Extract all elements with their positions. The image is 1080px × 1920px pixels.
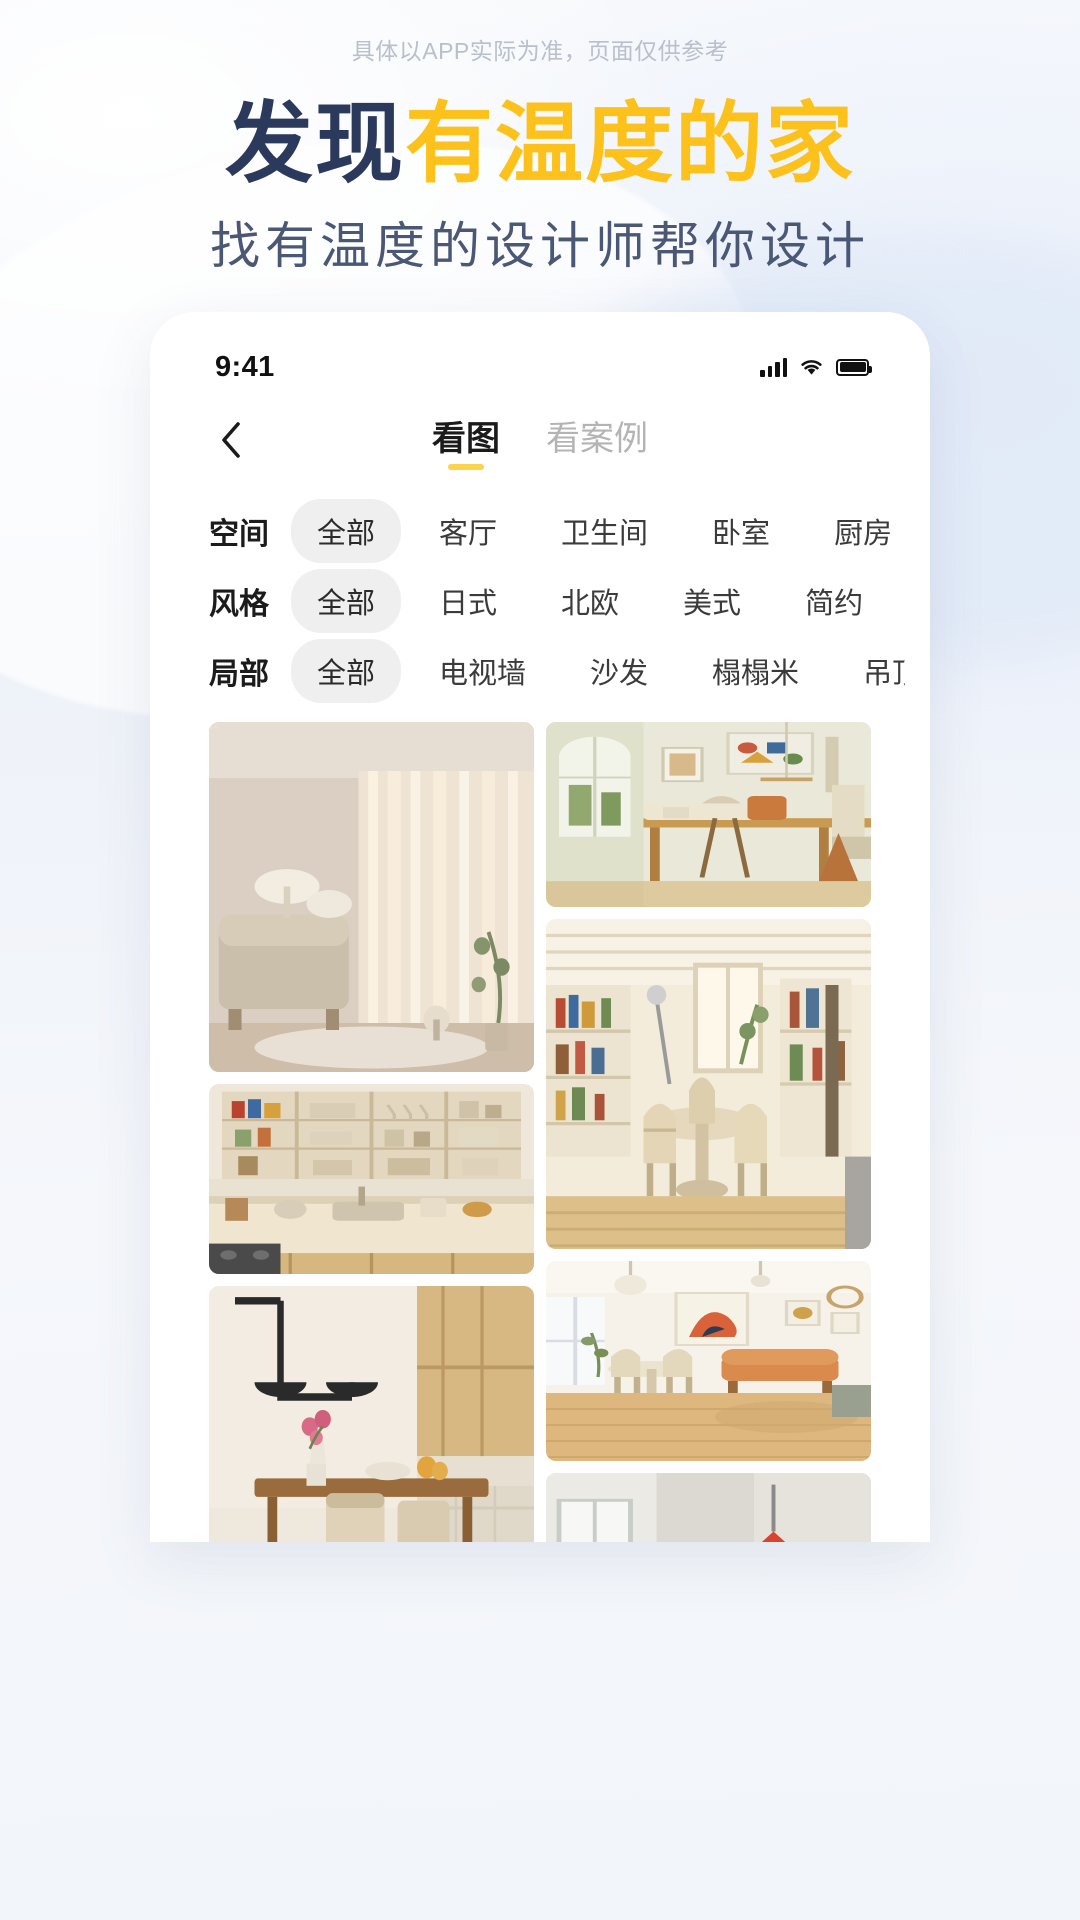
filter-label-style: 风格 bbox=[209, 588, 269, 621]
chip-style-3[interactable]: 美式 bbox=[657, 569, 767, 633]
gallery-item-dining-table-wall-lamp[interactable] bbox=[209, 1286, 534, 1542]
chip-style-4[interactable]: 简约 bbox=[779, 569, 889, 633]
gallery-item-round-table-bookshelf-room[interactable] bbox=[546, 919, 871, 1249]
chip-part-0[interactable]: 全部 bbox=[291, 639, 402, 703]
page-subtitle: 找有温度的设计师帮你设计 bbox=[210, 218, 870, 274]
filter-label-space: 空间 bbox=[209, 518, 269, 551]
status-icons bbox=[760, 357, 872, 377]
kitchen-open-shelving-thumb bbox=[209, 1084, 534, 1274]
round-table-bookshelf-room-thumb bbox=[546, 919, 871, 1249]
gallery-item-living-room-curtains-sofa[interactable] bbox=[209, 722, 534, 1072]
red-pendant-lamp-corner-thumb bbox=[546, 1473, 871, 1542]
grid-column-right bbox=[546, 722, 871, 1542]
chip-style-0[interactable]: 全部 bbox=[291, 569, 402, 633]
filter-row-space: 空间 全部 客厅 卫生间 卧室 厨房 餐厅 bbox=[175, 496, 905, 566]
chip-style-2[interactable]: 北欧 bbox=[535, 569, 645, 633]
disclaimer-text: 具体以APP实际为准，页面仅供参考 bbox=[351, 38, 729, 64]
study-desk-artwork-thumb bbox=[546, 722, 871, 907]
dining-table-wall-lamp-thumb bbox=[209, 1286, 534, 1542]
tab-kantu[interactable]: 看图 bbox=[432, 411, 500, 470]
phone-mockup: 9:41 看图 看案例 空间 全部 客厅 卫生间 卧室 厨房 风格 全部 日式 … bbox=[150, 312, 930, 1542]
image-grid bbox=[175, 716, 905, 1542]
wifi-icon bbox=[801, 360, 822, 375]
grid-column-left bbox=[209, 722, 534, 1542]
back-button[interactable] bbox=[209, 418, 253, 462]
chip-part-4[interactable]: 吊顶 bbox=[837, 639, 905, 703]
phone-screen: 9:41 看图 看案例 空间 全部 客厅 卫生间 卧室 厨房 风格 全部 日式 … bbox=[175, 334, 905, 1542]
gallery-item-living-room-orange-sofa[interactable] bbox=[546, 1261, 871, 1461]
headline-dark-part: 发现 bbox=[224, 94, 405, 193]
headline-gold-part: 有温度的家 bbox=[405, 94, 856, 193]
status-time: 9:41 bbox=[215, 350, 275, 383]
chip-style-1[interactable]: 日式 bbox=[413, 569, 523, 633]
filter-row-style: 风格 全部 日式 北欧 美式 简约 轻奢 bbox=[175, 566, 905, 636]
battery-full-icon bbox=[836, 358, 872, 376]
chip-part-3[interactable]: 榻榻米 bbox=[686, 639, 825, 703]
chip-space-3[interactable]: 卧室 bbox=[686, 499, 796, 563]
status-bar: 9:41 bbox=[175, 334, 905, 400]
living-room-curtains-sofa-thumb bbox=[209, 722, 534, 1072]
gallery-item-study-desk-artwork[interactable] bbox=[546, 722, 871, 907]
gallery-item-red-pendant-lamp-corner[interactable] bbox=[546, 1473, 871, 1542]
tab-kananli[interactable]: 看案例 bbox=[546, 411, 648, 470]
filter-row-part: 局部 全部 电视墙 沙发 榻榻米 吊顶 干湿分离 bbox=[175, 636, 905, 706]
chip-part-2[interactable]: 沙发 bbox=[564, 639, 674, 703]
chip-part-1[interactable]: 电视墙 bbox=[413, 639, 552, 703]
living-room-orange-sofa-thumb bbox=[546, 1261, 871, 1461]
chip-space-0[interactable]: 全部 bbox=[291, 499, 402, 563]
chevron-left-icon bbox=[222, 422, 240, 458]
chip-style-5[interactable]: 轻奢 bbox=[901, 569, 905, 633]
tab-bar: 看图 看案例 bbox=[175, 411, 905, 470]
chip-space-1[interactable]: 客厅 bbox=[413, 499, 523, 563]
signal-bars-icon bbox=[760, 357, 787, 377]
chip-space-4[interactable]: 厨房 bbox=[808, 499, 905, 563]
navigation-bar: 看图 看案例 bbox=[175, 400, 905, 480]
gallery-item-kitchen-open-shelving[interactable] bbox=[209, 1084, 534, 1274]
filter-panel: 空间 全部 客厅 卫生间 卧室 厨房 餐厅 风格 全部 日式 北欧 美式 简约 … bbox=[175, 480, 905, 716]
chip-space-2[interactable]: 卫生间 bbox=[535, 499, 674, 563]
filter-label-part: 局部 bbox=[209, 658, 269, 691]
page-title: 发现有温度的家 bbox=[0, 97, 1080, 190]
